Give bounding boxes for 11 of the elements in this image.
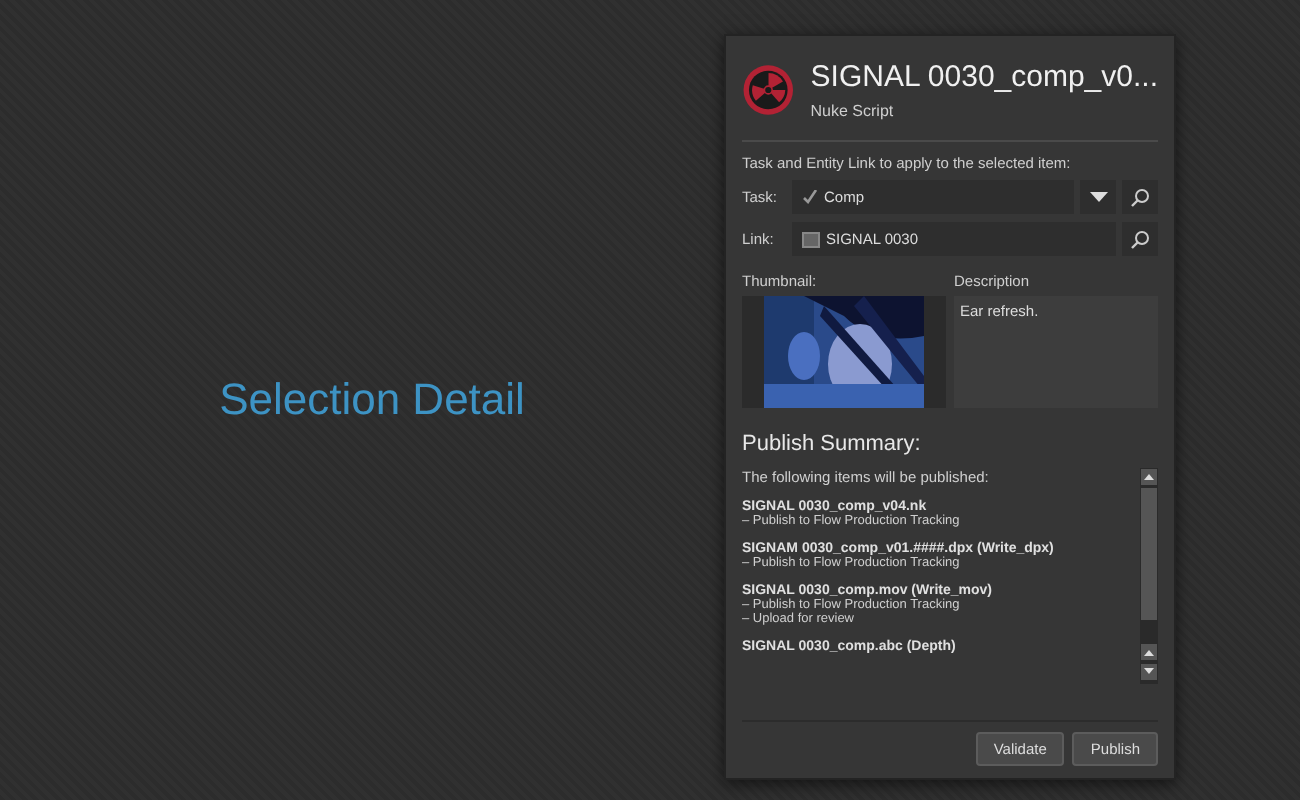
page-heading: Selection Detail	[219, 374, 525, 426]
link-search-button[interactable]	[1122, 222, 1158, 256]
caret-icon	[1089, 192, 1107, 202]
search-icon	[1130, 187, 1150, 207]
item-type: Nuke Script	[810, 102, 896, 120]
summary-title: Publish Summary:	[742, 432, 923, 456]
task-search-button[interactable]	[1122, 180, 1158, 214]
item-title: SIGNAL 0030_comp_v0...	[810, 60, 1158, 94]
check-icon	[802, 190, 818, 204]
dropdown-button[interactable]	[1080, 180, 1116, 214]
search-icon	[1130, 229, 1150, 249]
